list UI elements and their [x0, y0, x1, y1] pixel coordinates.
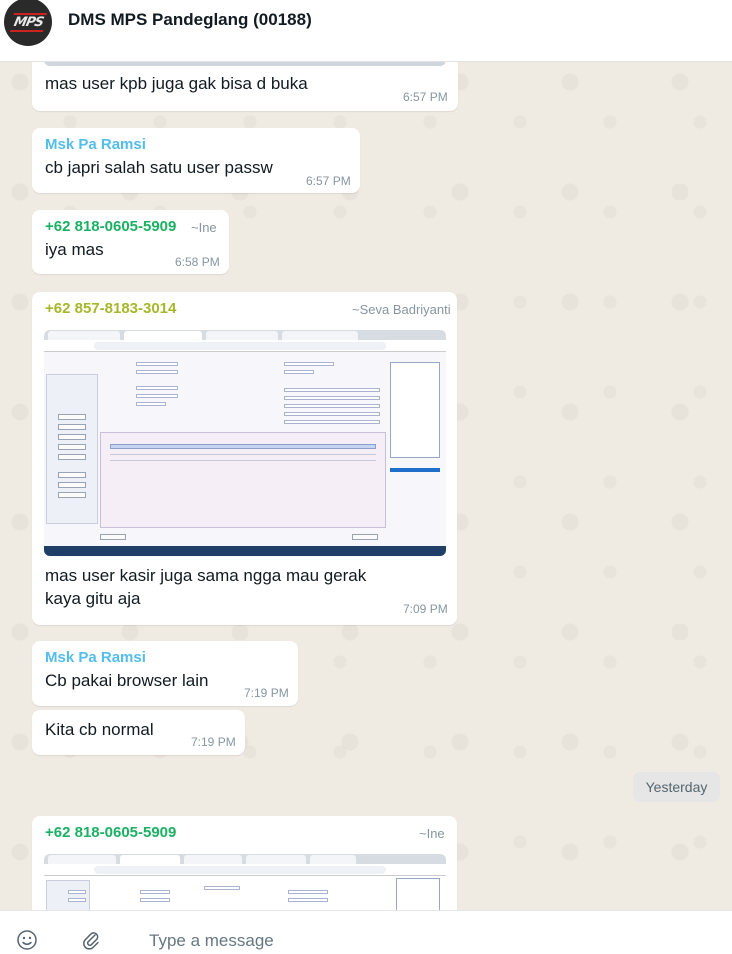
message-bubble[interactable]: +62 818-0605-5909 ~Ine iya mas 6:58 PM — [32, 210, 229, 274]
sender-alias: ~Seva Badriyanti — [352, 302, 451, 317]
message-text: iya mas — [45, 240, 104, 259]
message-text-line-2: kaya gitu aja — [45, 589, 141, 608]
sender-alias: ~Ine — [419, 826, 445, 841]
message-composer: Type a message — [0, 910, 732, 954]
sender-name[interactable]: +62 818-0605-5909 — [45, 824, 176, 841]
sender-name[interactable]: +62 857-8183-3014 — [45, 300, 176, 317]
paperclip-icon[interactable] — [80, 929, 102, 951]
attached-image[interactable] — [44, 854, 446, 910]
message-list[interactable]: mas user kpb juga gak bisa d buka 6:57 P… — [0, 62, 732, 910]
chat-title[interactable]: DMS MPS Pandeglang (00188) — [68, 10, 312, 30]
sender-alias: ~Ine — [191, 220, 217, 235]
message-text-line-1: mas user kasir juga sama ngga mau gerak — [45, 566, 367, 585]
message-time: 7:09 PM — [403, 602, 448, 616]
attached-image[interactable] — [44, 330, 446, 556]
message-text: Kita cb normal — [45, 720, 154, 739]
sender-name[interactable]: +62 818-0605-5909 — [45, 218, 176, 235]
message-time: 6:57 PM — [306, 174, 351, 188]
message-bubble[interactable]: +62 818-0605-5909 ~Ine — [32, 816, 457, 910]
sender-name[interactable]: Msk Pa Ramsi — [45, 136, 146, 153]
message-text: mas user kpb juga gak bisa d buka — [45, 74, 308, 93]
message-text: Cb pakai browser lain — [45, 671, 209, 690]
smiley-icon[interactable] — [16, 929, 38, 951]
message-time: 6:58 PM — [175, 255, 220, 269]
message-time: 6:57 PM — [403, 90, 448, 104]
message-bubble[interactable]: Msk Pa Ramsi Cb pakai browser lain 7:19 … — [32, 641, 298, 706]
date-divider: Yesterday — [633, 772, 720, 802]
message-time: 7:19 PM — [244, 686, 289, 700]
message-time: 7:19 PM — [191, 735, 236, 749]
message-bubble[interactable]: mas user kpb juga gak bisa d buka 6:57 P… — [32, 62, 458, 111]
message-bubble[interactable]: +62 857-8183-3014 ~Seva Badriyanti mas u… — [32, 292, 457, 625]
mps-logo: MPS — [9, 12, 47, 32]
message-text: cb japri salah satu user passw — [45, 158, 273, 177]
group-avatar[interactable]: MPS — [4, 0, 52, 46]
sender-name[interactable]: Msk Pa Ramsi — [45, 649, 146, 666]
message-bubble[interactable]: Msk Pa Ramsi cb japri salah satu user pa… — [32, 128, 360, 193]
chat-header: MPS DMS MPS Pandeglang (00188) — [0, 0, 732, 62]
message-bubble[interactable]: Kita cb normal 7:19 PM — [32, 710, 245, 755]
message-input[interactable]: Type a message — [149, 931, 274, 951]
attached-image[interactable] — [44, 62, 446, 66]
